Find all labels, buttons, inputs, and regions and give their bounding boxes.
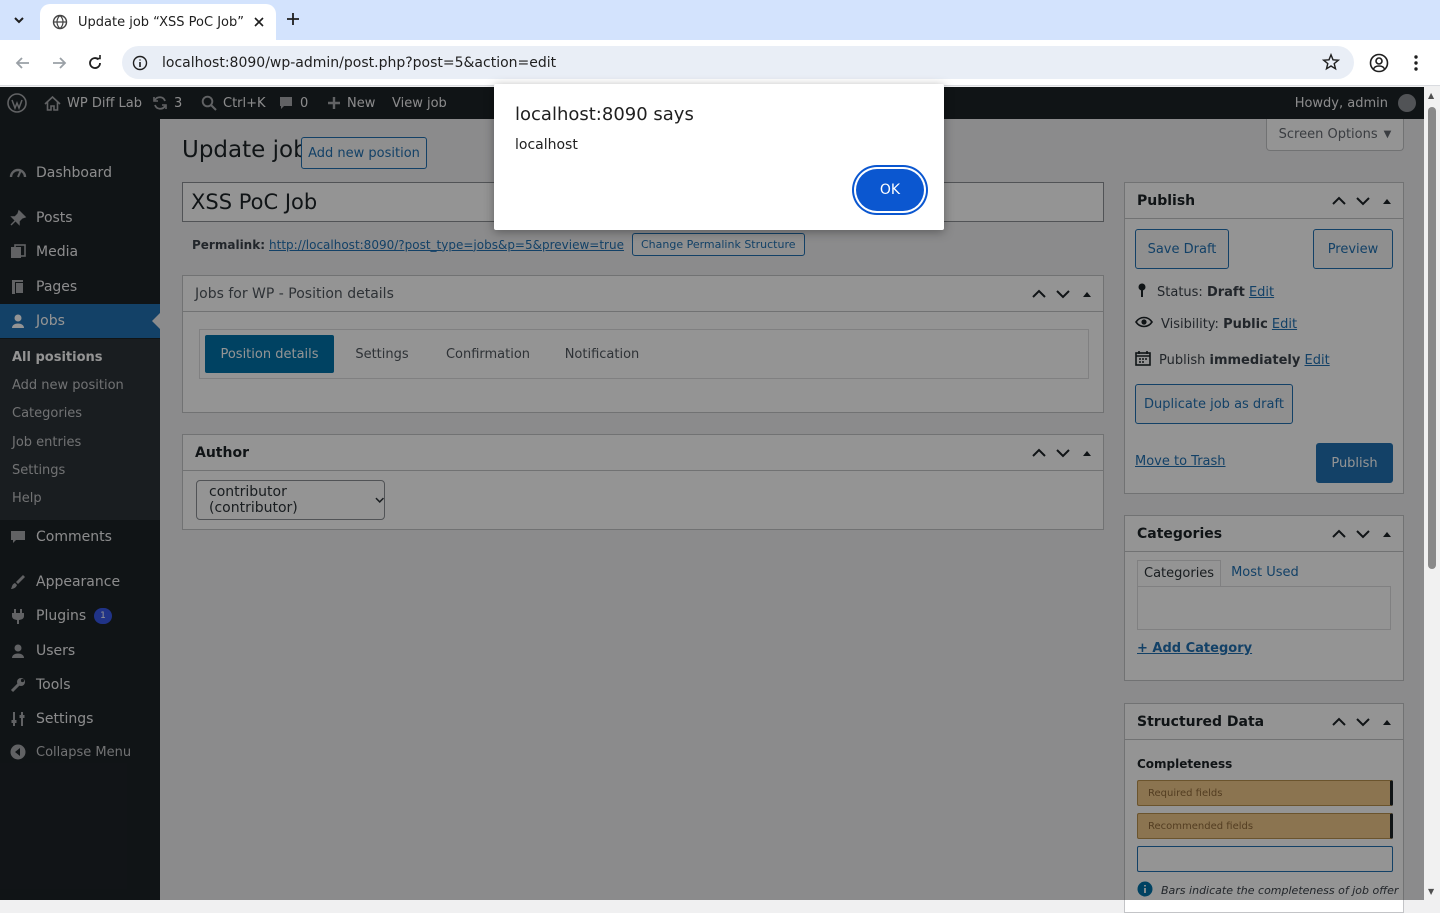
alert-dialog: localhost:8090 says localhost OK (494, 84, 944, 230)
back-button[interactable] (11, 51, 35, 75)
site-info-icon[interactable] (132, 55, 148, 71)
browser-toolbar: localhost:8090/wp-admin/post.php?post=5&… (0, 40, 1440, 86)
new-tab-button[interactable] (282, 8, 304, 30)
profile-button[interactable] (1367, 51, 1391, 75)
browser-tab-active[interactable]: Update job “XSS PoC Job” (40, 4, 276, 40)
scroll-down-arrow-icon[interactable]: ▼ (1428, 887, 1434, 896)
reload-icon (89, 55, 101, 69)
browser-menu-button[interactable] (1404, 51, 1428, 75)
arrow-right-icon (53, 57, 67, 69)
chevron-down-icon (14, 17, 24, 24)
account-circle-icon (1369, 53, 1389, 73)
tab-close-button[interactable] (250, 13, 268, 31)
scroll-up-arrow-icon[interactable]: ▲ (1428, 91, 1434, 100)
forward-button[interactable] (47, 51, 71, 75)
kebab-menu-icon (1414, 55, 1418, 71)
alert-title: localhost:8090 says (515, 104, 694, 125)
alert-ok-label: OK (879, 182, 901, 198)
scrollbar-thumb[interactable] (1428, 107, 1436, 569)
url-text: localhost:8090/wp-admin/post.php?post=5&… (162, 54, 557, 71)
page-scrollbar[interactable]: ▲ ▼ (1424, 87, 1440, 900)
address-bar[interactable]: localhost:8090/wp-admin/post.php?post=5&… (122, 46, 1354, 79)
arrow-left-icon (15, 57, 29, 69)
globe-icon (52, 14, 68, 30)
bookmark-star-icon[interactable] (1321, 52, 1341, 75)
plus-icon (287, 13, 299, 25)
close-icon (254, 17, 264, 27)
alert-ok-button[interactable]: OK (856, 169, 924, 211)
alert-message: localhost (515, 137, 578, 153)
tab-title: Update job “XSS PoC Job” (78, 14, 244, 30)
reload-button[interactable] (83, 51, 107, 75)
browser-tabstrip: Update job “XSS PoC Job” (0, 0, 1440, 40)
tab-search-button[interactable] (6, 7, 32, 33)
